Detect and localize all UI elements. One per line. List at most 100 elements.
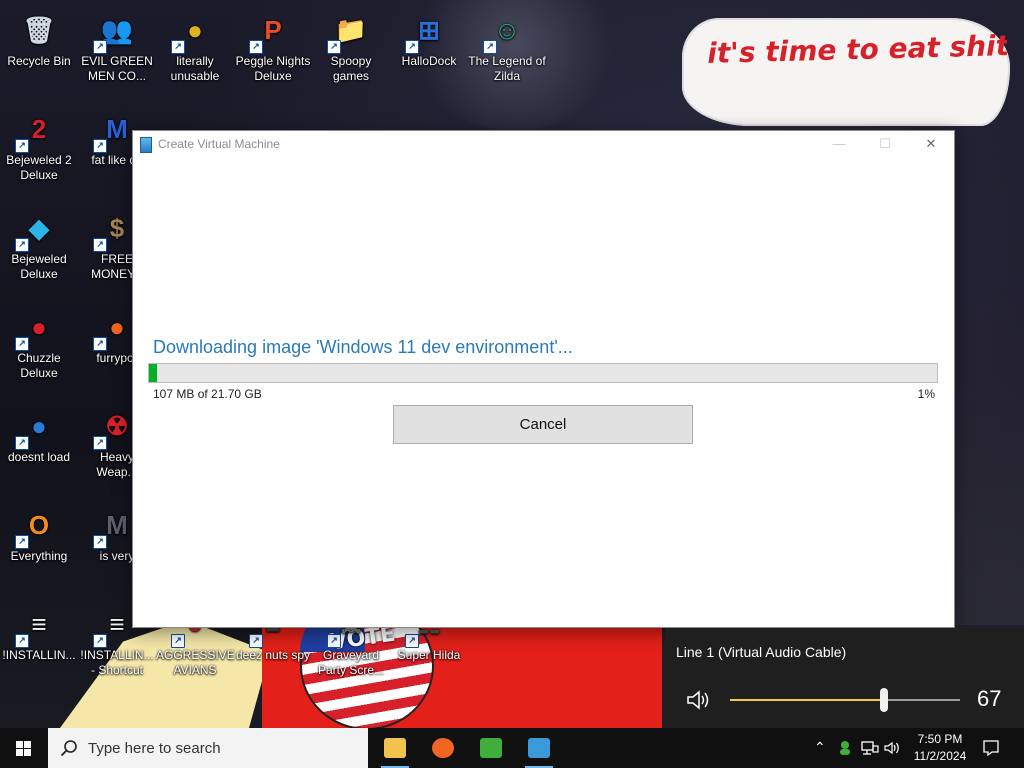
- search-input[interactable]: Type here to search: [48, 728, 368, 768]
- shortcut-arrow-icon: ↗: [93, 535, 107, 549]
- desktop-icon-label: Bejeweled Deluxe: [11, 252, 67, 281]
- desktop-icon-label: doesnt load: [7, 450, 71, 464]
- chevron-up-icon[interactable]: ⌃: [814, 739, 826, 756]
- desktop-icon[interactable]: 📁 ↗ Spoopy games: [312, 8, 390, 84]
- shortcut-arrow-icon: ↗: [327, 634, 341, 648]
- desktop-icon-image: 👥 ↗: [93, 8, 139, 54]
- desktop-icon-label: Everything: [10, 549, 68, 563]
- dialog-title: Create Virtual Machine: [158, 137, 280, 151]
- volume-slider-fill: [730, 699, 885, 701]
- green-men-icon[interactable]: [467, 728, 515, 768]
- desktop-icon-image: O ↗: [15, 503, 61, 549]
- desktop-icon-label: Peggle Nights Deluxe: [235, 54, 311, 83]
- desktop-icon-image: ◆ ↗: [15, 206, 61, 252]
- search-icon: [60, 740, 77, 757]
- clock-time: 7:50 PM: [917, 732, 963, 746]
- app-glyph: [528, 738, 550, 758]
- download-status: Downloading image 'Windows 11 dev enviro…: [153, 337, 573, 357]
- taskbar: Type here to search ⌃ 7:50 PM 11/2/2024: [0, 728, 1024, 768]
- shortcut-arrow-icon: ↗: [93, 238, 107, 252]
- wallpaper-graveyard: [953, 300, 1024, 625]
- desktop-icon-image: 2 ↗: [15, 107, 61, 153]
- desktop-icon[interactable]: ◆ ↗ Bejeweled Deluxe: [0, 206, 78, 282]
- create-virtual-machine-dialog: Create Virtual Machine — ☐ ✕ Downloading…: [132, 130, 955, 628]
- search-placeholder: Type here to search: [88, 740, 221, 757]
- desktop-icon-label: !INSTALLIN...: [2, 648, 76, 662]
- desktop-icon-label: EVIL GREEN MEN CO...: [81, 54, 153, 83]
- desktop-icon[interactable]: ≡ ↗ !INSTALLIN...: [0, 602, 78, 663]
- volume-slider-thumb[interactable]: [880, 688, 889, 712]
- wallpaper-caption: it's time to eat shit and die and go tri…: [706, 26, 1010, 70]
- desktop-icon[interactable]: ⊞ ↗ HalloDock: [390, 8, 468, 69]
- shortcut-arrow-icon: ↗: [93, 634, 107, 648]
- desktop-icon[interactable]: 🗑 Recycle Bin: [0, 8, 78, 69]
- shortcut-arrow-icon: ↗: [15, 139, 29, 153]
- shortcut-arrow-icon: ↗: [93, 436, 107, 450]
- desktop-icon[interactable]: 2 ↗ Bejeweled 2 Deluxe: [0, 107, 78, 183]
- shortcut-arrow-icon: ↗: [93, 40, 107, 54]
- desktop-icon[interactable]: ☺ ↗ The Legend of Zilda: [468, 8, 546, 84]
- desktop-icon-image: ●↗: [171, 8, 217, 54]
- desktop-icon-label: !INSTALLIN... - Shortcut: [80, 648, 154, 677]
- progress-size: 107 MB of 21.70 GB: [153, 387, 262, 401]
- shortcut-arrow-icon: ↗: [15, 436, 29, 450]
- clock[interactable]: 7:50 PM 11/2/2024: [906, 731, 974, 765]
- shortcut-arrow-icon: ↗: [15, 535, 29, 549]
- shortcut-arrow-icon: ↗: [93, 139, 107, 153]
- file-explorer-icon[interactable]: [371, 728, 419, 768]
- desktop-icon-label: Spoopy games: [330, 54, 372, 83]
- desktop-icon[interactable]: ● ↗ Chuzzle Deluxe: [0, 305, 78, 381]
- maximize-button[interactable]: ☐: [862, 131, 908, 157]
- app-glyph: [384, 738, 406, 758]
- shortcut-arrow-icon: ↗: [249, 40, 263, 54]
- speaker-icon[interactable]: [685, 688, 713, 712]
- volume-slider[interactable]: [730, 688, 960, 712]
- desktop-icon-image: ⊞ ↗: [405, 8, 451, 54]
- desktop-icon-label: deez nuts spy: [235, 648, 311, 662]
- dialog-titlebar[interactable]: Create Virtual Machine — ☐ ✕: [133, 131, 954, 157]
- desktop-icon-image: ≡ ↗: [15, 602, 61, 648]
- desktop-icon[interactable]: ● ↗ doesnt load: [0, 404, 78, 465]
- desktop-icon-label: Chuzzle Deluxe: [17, 351, 61, 380]
- shortcut-arrow-icon: ↗: [15, 337, 29, 351]
- desktop-icon-image: 📁 ↗: [327, 8, 373, 54]
- shortcut-arrow-icon: ↗: [405, 40, 419, 54]
- desktop-icon-image: P ↗: [249, 8, 295, 54]
- green-men-tray-icon[interactable]: [837, 740, 853, 756]
- desktop-icon-label: AGGRESSIVE AVIANS: [156, 648, 235, 677]
- app-glyph: [432, 738, 454, 758]
- desktop-icon[interactable]: 👥 ↗ EVIL GREEN MEN CO...: [78, 8, 156, 84]
- volume-tray-icon[interactable]: [884, 740, 902, 756]
- shortcut-arrow-icon: ↗: [483, 40, 497, 54]
- shortcut-arrow-icon: ↗: [171, 634, 185, 648]
- download-progress-bar: [148, 363, 938, 383]
- app-glyph: [480, 738, 502, 758]
- desktop-icon[interactable]: ● ↗ literally unusable: [156, 8, 234, 84]
- minimize-button[interactable]: —: [816, 131, 862, 157]
- app-icon: [140, 137, 152, 153]
- shortcut-arrow-icon: ↗: [171, 40, 185, 54]
- shortcut-arrow-icon: ↗: [405, 634, 419, 648]
- desktop-icon-label: Recycle Bin: [7, 54, 71, 68]
- progress-percent: 1%: [917, 387, 935, 401]
- close-button[interactable]: ✕: [908, 131, 954, 157]
- audio-device-name[interactable]: Line 1 (Virtual Audio Cable): [676, 644, 846, 660]
- cancel-button[interactable]: Cancel: [393, 405, 693, 444]
- desktop-icon[interactable]: P ↗ Peggle Nights Deluxe: [234, 8, 312, 84]
- hallodock-icon[interactable]: [515, 728, 563, 768]
- desktop-icon-image: ●↗: [15, 404, 61, 450]
- desktop-icon-image: ☺ ↗: [483, 8, 529, 54]
- volume-flyout: Line 1 (Virtual Audio Cable) 67: [665, 628, 1024, 728]
- notifications-icon[interactable]: [982, 739, 1000, 757]
- firefox-icon[interactable]: [419, 728, 467, 768]
- shortcut-arrow-icon: ↗: [327, 40, 341, 54]
- shortcut-arrow-icon: ↗: [15, 238, 29, 252]
- desktop-icon-label: Super Hilda: [397, 648, 461, 662]
- desktop-icon-label: HalloDock: [401, 54, 457, 68]
- windows-start-icon[interactable]: [0, 728, 48, 768]
- desktop-icon[interactable]: O ↗ Everything: [0, 503, 78, 564]
- clock-date: 11/2/2024: [913, 749, 967, 763]
- network-icon[interactable]: [861, 740, 879, 756]
- shortcut-arrow-icon: ↗: [15, 634, 29, 648]
- volume-value: 67: [977, 686, 1002, 711]
